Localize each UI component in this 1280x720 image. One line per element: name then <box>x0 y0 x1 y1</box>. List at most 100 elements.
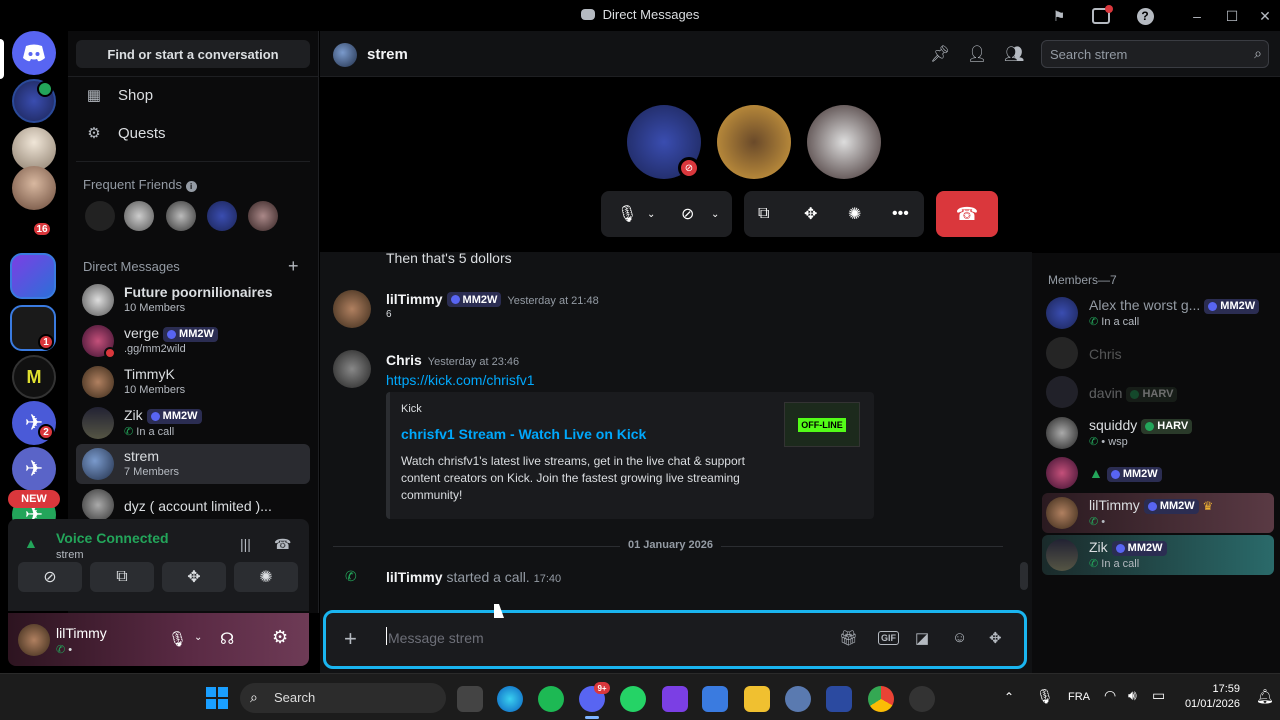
member-item-offline[interactable]: davin HARV <box>1042 372 1274 412</box>
leave-call-button[interactable]: ☎ <box>936 191 998 237</box>
find-conversation-button[interactable]: Find or start a conversation <box>76 40 310 68</box>
start-button[interactable] <box>206 687 228 709</box>
language-indicator[interactable]: FRA <box>1068 691 1090 703</box>
server-folder-icon[interactable] <box>10 253 56 299</box>
dm-item[interactable]: TimmyK 10 Members <box>76 362 310 402</box>
noise-suppression-icon[interactable]: ||| <box>240 536 251 552</box>
participant-avatar[interactable] <box>717 105 791 179</box>
notification-bell-icon[interactable]: 🔔︎ <box>1256 688 1274 705</box>
file-explorer-icon[interactable] <box>744 686 770 712</box>
dm-avatar[interactable] <box>12 166 56 210</box>
system-message-author[interactable]: lilTimmy <box>386 569 443 585</box>
microphone-icon[interactable]: 🎙︎ <box>168 630 187 648</box>
app-icon[interactable] <box>702 686 728 712</box>
create-dm-icon[interactable]: + <box>288 256 299 277</box>
battery-icon[interactable]: ▭ <box>1152 687 1165 704</box>
member-item[interactable]: lilTimmy MM2W ♛ ✆ • <box>1042 493 1274 533</box>
close-icon[interactable]: ✕ <box>1255 6 1275 26</box>
inbox-icon[interactable] <box>1091 5 1113 26</box>
clipchamp-icon[interactable] <box>662 686 688 712</box>
nav-quests[interactable]: ⚙ Quests <box>84 121 165 145</box>
dm-item[interactable]: Future poornilionaires 10 Members <box>76 280 310 320</box>
screen-share-button[interactable]: ⧉ <box>90 562 154 592</box>
pin-icon[interactable]: 📌︎ <box>930 44 950 64</box>
settings-gear-icon[interactable]: ⚙ <box>272 627 288 648</box>
frequent-friend-avatar[interactable] <box>248 201 278 231</box>
message-input[interactable]: Message strem <box>386 623 816 655</box>
wifi-icon[interactable]: ◠ <box>1104 687 1116 704</box>
voice-status[interactable]: Voice Connected <box>56 530 169 546</box>
message-link[interactable]: https://kick.com/chrisfv1 <box>386 372 535 388</box>
emoji-icon[interactable]: ☺ <box>952 629 967 646</box>
frequent-friend-avatar[interactable] <box>124 201 154 231</box>
embed-thumbnail[interactable]: OFF-LINE <box>784 402 860 447</box>
gift-icon[interactable]: 🎁︎ <box>839 629 858 647</box>
server-icon[interactable]: M <box>12 355 56 399</box>
minimize-icon[interactable]: – <box>1187 6 1207 26</box>
member-item-offline[interactable]: Chris <box>1042 333 1274 373</box>
help-icon[interactable]: ? <box>1135 6 1155 26</box>
embed-title[interactable]: chrisfv1 Stream - Watch Live on Kick <box>401 426 646 442</box>
screen-share-icon[interactable]: ⧉ <box>758 205 769 223</box>
dm-avatar[interactable] <box>12 127 56 171</box>
member-item[interactable]: squiddy HARV ✆ • wsp <box>1042 413 1274 453</box>
microphone-icon[interactable]: 🎙︎ <box>617 204 637 224</box>
camera-off-button[interactable]: ⊘ <box>18 562 82 592</box>
volume-icon[interactable]: 🔊︎ <box>1128 687 1137 704</box>
disconnect-icon[interactable]: ☎ <box>274 536 291 553</box>
channel-name[interactable]: strem <box>367 46 408 63</box>
headphones-icon[interactable]: ☊ <box>220 629 234 649</box>
app-icon[interactable] <box>826 686 852 712</box>
dm-item[interactable]: verge MM2W .gg/mm2wild <box>76 321 310 361</box>
search-input[interactable]: Search strem ⌕ <box>1041 40 1269 68</box>
whatsapp-icon[interactable] <box>620 686 646 712</box>
voice-channel[interactable]: strem <box>56 549 84 561</box>
member-list-icon[interactable]: 👥︎ <box>1004 44 1024 64</box>
chevron-down-icon[interactable]: ⌄ <box>711 209 719 220</box>
user-name[interactable]: lilTimmy <box>56 625 107 641</box>
dm-item[interactable]: Zik MM2W ✆ In a call <box>76 403 310 443</box>
spotify-icon[interactable] <box>538 686 564 712</box>
taskbar-search[interactable]: ⌕ Search <box>240 683 446 713</box>
message-author[interactable]: Chris <box>386 352 422 368</box>
dm-item-selected[interactable]: strem 7 Members <box>76 444 310 484</box>
member-item[interactable]: ▲ MM2W <box>1042 453 1274 493</box>
chevron-down-icon[interactable]: ⌄ <box>194 632 202 643</box>
nav-shop[interactable]: ▦ Shop <box>84 83 153 107</box>
message-avatar[interactable] <box>333 290 371 328</box>
participant-avatar[interactable] <box>897 105 971 179</box>
message-avatar[interactable] <box>333 350 371 388</box>
activities-icon[interactable]: ✥ <box>804 204 817 224</box>
home-button[interactable] <box>12 31 56 75</box>
microphone-icon[interactable]: 🎙︎ <box>1036 688 1054 705</box>
scrollbar-thumb[interactable] <box>1020 562 1028 590</box>
frequent-friend-avatar[interactable] <box>85 201 115 231</box>
member-item[interactable]: Alex the worst g... MM2W ✆ In a call <box>1042 293 1274 333</box>
soundboard-button[interactable]: ✺ <box>234 562 298 592</box>
edge-icon[interactable] <box>497 686 523 712</box>
maximize-icon[interactable]: ☐ <box>1222 6 1242 26</box>
camera-off-icon[interactable]: ⊘ <box>681 204 694 224</box>
settings-icon[interactable] <box>785 686 811 712</box>
frequent-friend-avatar[interactable] <box>166 201 196 231</box>
user-avatar[interactable] <box>18 624 50 656</box>
add-attachment-icon[interactable]: + <box>344 628 357 650</box>
server-icon[interactable]: ✈ <box>12 447 56 491</box>
participant-avatar[interactable] <box>807 105 881 179</box>
apps-icon[interactable]: ✥ <box>989 629 1002 647</box>
chrome-icon[interactable] <box>868 686 894 712</box>
message-author[interactable]: lilTimmy <box>386 291 443 307</box>
task-view-icon[interactable] <box>457 686 483 712</box>
member-item[interactable]: Zik MM2W ✆ In a call <box>1042 535 1274 575</box>
frequent-friend-avatar[interactable] <box>207 201 237 231</box>
add-friends-icon[interactable]: 👤︎ <box>967 44 987 64</box>
inbox-flag-icon[interactable]: ⚑ <box>1049 6 1069 26</box>
chevron-down-icon[interactable]: ⌄ <box>647 209 655 220</box>
app-icon[interactable] <box>909 686 935 712</box>
gif-icon[interactable]: GIF <box>878 631 899 645</box>
sticker-icon[interactable]: ◪ <box>915 629 929 647</box>
more-icon[interactable]: ••• <box>892 205 909 223</box>
soundboard-icon[interactable]: ✺ <box>848 204 861 224</box>
show-hidden-icons[interactable]: ⌃ <box>1004 690 1014 704</box>
clock[interactable]: 17:59 01/01/2026 <box>1182 682 1240 712</box>
